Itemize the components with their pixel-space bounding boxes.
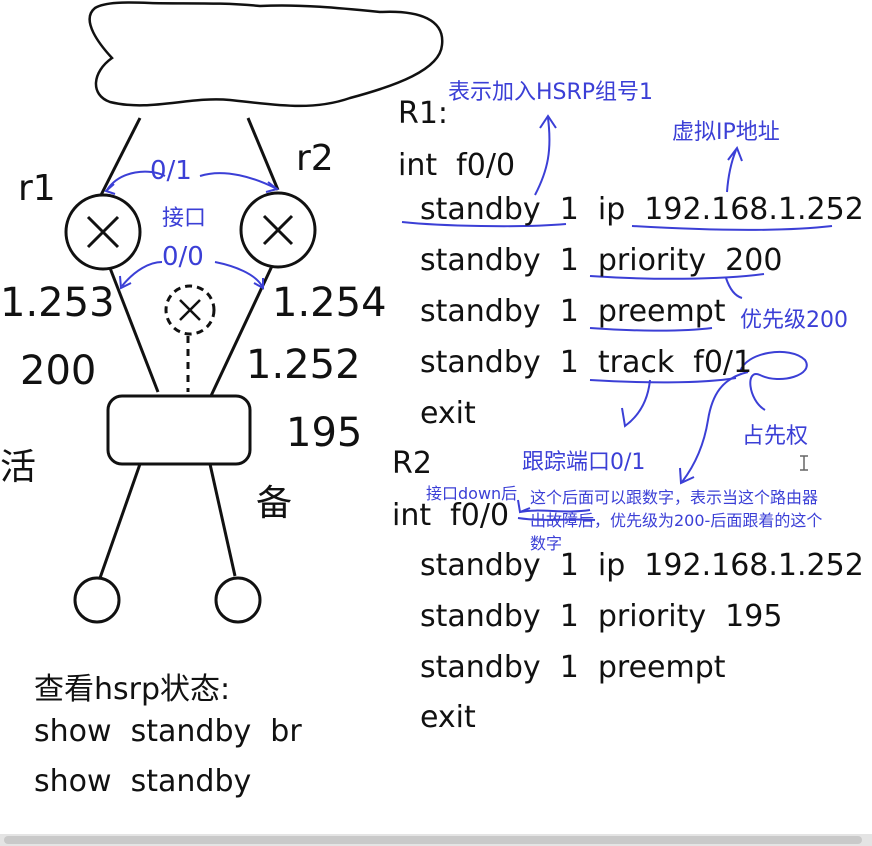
router-r2-label: r2 [296,138,334,179]
r1-line-priority: standby 1 priority 200 [420,243,783,278]
note-explain-2: 出故障后，优先级为200-后面跟着的这个 [530,511,823,530]
ip-left-label: 1.253 [0,280,115,326]
r2-title: R2 [392,446,432,481]
note-explain-3: 数字 [530,534,563,553]
track-arrow [621,379,651,428]
active-state-label: 活 [0,447,37,488]
link-r1-switch [108,267,160,393]
host-right-icon [214,576,262,624]
r1-line-exit: exit [420,396,476,431]
r2-line-priority: standby 1 priority 195 [420,599,783,634]
horizontal-scrollbar[interactable] [0,834,872,846]
priority-right-label: 195 [286,410,363,456]
cloud-shape [88,1,444,108]
note-virtual-ip: 虚拟IP地址 [672,120,780,145]
host-left-icon [73,576,121,624]
link-cloud-r1 [98,117,142,198]
ip-right-label: 1.254 [272,280,387,326]
switch-icon [106,394,252,466]
link-switch-host1 [98,463,142,579]
standby-state-label: 备 [256,483,293,524]
status-cmd-full: show standby [34,764,252,799]
note-priority: 优先级200 [740,308,848,333]
status-cmd-brief: show standby br [34,714,302,749]
r1-line-track: standby 1 track f0/1 [420,345,753,380]
r1-line-int: int f0/0 [398,148,516,183]
router-r1-label: r1 [18,168,56,209]
text-cursor-icon [800,455,808,471]
r1-title: R1: [398,96,449,131]
track-long-arrow [681,371,749,483]
interface-note: 接口 [162,206,207,231]
note-explain-1: 这个后面可以跟数字，表示当这个路由器 [530,488,819,507]
r1-line-ip: standby 1 ip 192.168.1.252 [420,192,864,227]
r2-line-preempt: standby 1 preempt [420,650,726,685]
r2-line-exit: exit [420,700,476,735]
priority-arrow [725,277,743,299]
scrollbar-thumb[interactable] [4,836,862,844]
r1-line-preempt: standby 1 preempt [420,294,726,329]
port-top-label: 0/1 [150,156,192,186]
link-switch-host2 [208,463,237,577]
group-arrow [534,117,551,196]
priority-left-label: 200 [20,348,97,394]
status-heading: 查看hsrp状态: [34,672,231,707]
note-preempt: 占先权 [742,424,809,449]
port-bottom-label: 0/0 [162,242,204,272]
virtual-ip-label: 1.252 [246,342,361,388]
note-if-down: 接口down后 [426,484,518,503]
r2-line-ip: standby 1 ip 192.168.1.252 [420,548,864,583]
note-group: 表示加入HSRP组号1 [448,80,654,105]
note-track: 跟踪端口0/1 [522,450,646,475]
